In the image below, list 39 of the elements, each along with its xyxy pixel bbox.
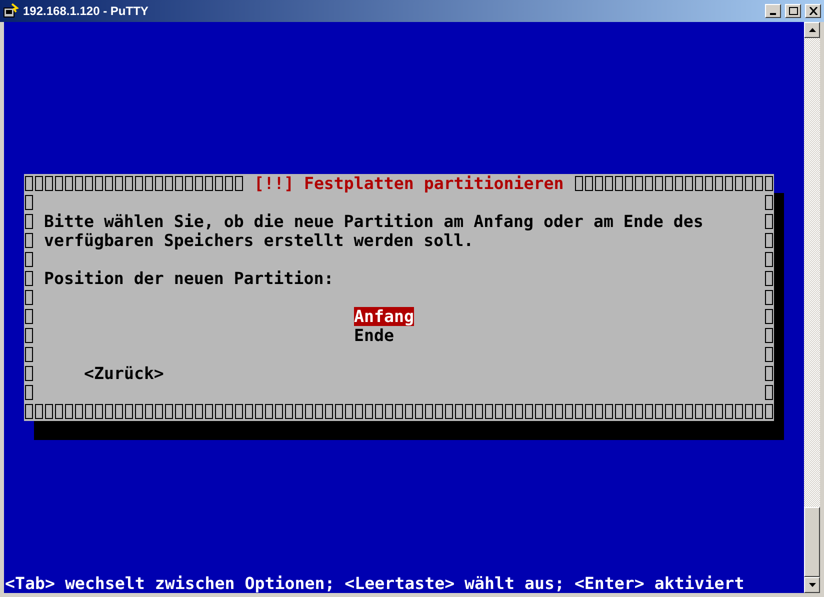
option-item[interactable]: Ende: [354, 326, 394, 345]
maximize-button[interactable]: [785, 4, 801, 18]
border-drawing: [764, 288, 774, 307]
border-drawing: [764, 364, 774, 383]
status-line: <Tab> wechselt zwischen Optionen; <Leertaste> wählt aus; <Enter> aktiviert: [4, 574, 746, 593]
up-arrow-icon: [808, 28, 816, 32]
border-drawing: [764, 326, 774, 345]
scrollbar[interactable]: [804, 22, 820, 593]
border-drawing: [764, 212, 774, 231]
border-drawing: [764, 345, 774, 364]
border-drawing: [764, 231, 774, 250]
border-drawing: [24, 326, 34, 345]
down-arrow-icon: [808, 583, 816, 587]
scroll-down-button[interactable]: [804, 577, 820, 593]
border-drawing: [24, 231, 34, 250]
scroll-thumb[interactable]: [804, 507, 820, 577]
option-item[interactable]: Anfang: [354, 307, 414, 326]
close-button[interactable]: [805, 4, 821, 18]
prompt-text: Position der neuen Partition:: [44, 269, 334, 288]
maximize-icon: [788, 7, 798, 15]
close-icon: [808, 7, 818, 15]
scroll-up-button[interactable]: [804, 22, 820, 38]
message-text: verfügbaren Speichers erstellt werden soll.: [44, 231, 474, 250]
border-drawing: [24, 345, 34, 364]
window-title: 192.168.1.120 - PuTTY: [23, 3, 150, 20]
border-drawing: [764, 250, 774, 269]
border-drawing: [24, 250, 34, 269]
dialog-title: [!!] Festplatten partitionieren: [253, 174, 565, 193]
message-text: Bitte wählen Sie, ob die neue Partition am Anfang oder am Ende des: [44, 212, 704, 231]
border-drawing: [24, 269, 34, 288]
border-drawing: [764, 269, 774, 288]
border-drawing: [24, 307, 34, 326]
minimize-button[interactable]: [765, 4, 781, 18]
terminal-icon: [3, 3, 19, 19]
border-drawing: [764, 307, 774, 326]
border-drawing: [24, 364, 34, 383]
back-button[interactable]: <Zurück>: [84, 364, 164, 383]
border-drawing: [24, 212, 34, 231]
border-drawing: [24, 288, 34, 307]
